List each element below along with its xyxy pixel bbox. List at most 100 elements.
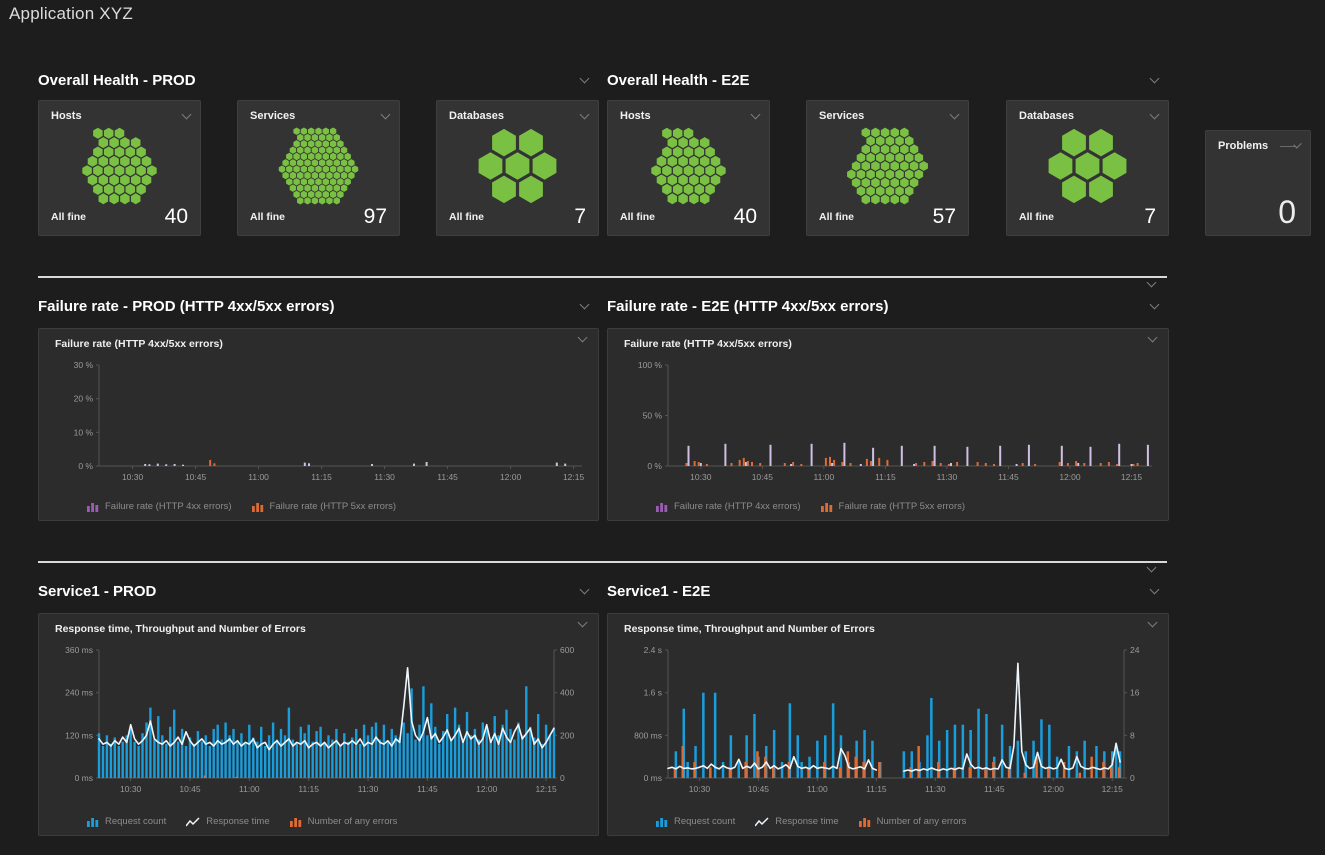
svg-text:10:45: 10:45 <box>185 472 207 482</box>
hex-cluster <box>246 127 391 205</box>
bar-series-icon <box>859 817 871 827</box>
svg-text:0: 0 <box>1130 773 1135 783</box>
svg-text:10:45: 10:45 <box>752 472 774 482</box>
tile-title: Services <box>819 110 864 122</box>
hex-cluster <box>815 127 960 205</box>
chevron-down-icon[interactable] <box>580 73 590 83</box>
svg-text:11:45: 11:45 <box>984 784 1005 794</box>
tile-status: All fine <box>620 211 655 223</box>
chevron-down-icon[interactable] <box>1150 109 1160 119</box>
bar-series-icon <box>656 502 668 512</box>
svg-text:0 %: 0 % <box>78 461 93 471</box>
svg-text:30 %: 30 % <box>74 360 94 370</box>
chevron-down-icon[interactable] <box>381 109 391 119</box>
chart-panel-service-prod[interactable]: Response time, Throughput and Number of … <box>38 613 599 836</box>
svg-text:10:30: 10:30 <box>690 472 712 482</box>
legend-item[interactable]: Request count <box>87 816 166 827</box>
chevron-down-icon[interactable] <box>580 299 590 309</box>
hex-cluster <box>1015 127 1160 205</box>
tile-status: All fine <box>51 211 86 223</box>
chart-legend: Failure rate (HTTP 4xx errors) Failure ra… <box>656 501 965 512</box>
chevron-down-icon[interactable] <box>1293 140 1302 149</box>
health-tile-hosts-e2e[interactable]: Hosts All fine 40 <box>607 100 770 236</box>
svg-text:24: 24 <box>1130 645 1140 655</box>
svg-text:800 ms: 800 ms <box>634 730 662 740</box>
chevron-down-icon[interactable] <box>1150 299 1160 309</box>
bar-series-icon <box>252 502 264 512</box>
tile-count: 40 <box>734 205 757 229</box>
chart-plot-area: 0 ms120 ms240 ms360 ms020040060010:3010:… <box>39 642 598 802</box>
legend-item[interactable]: Response time <box>186 816 269 827</box>
svg-text:11:30: 11:30 <box>358 784 379 794</box>
svg-text:11:15: 11:15 <box>298 784 319 794</box>
tile-title: Services <box>250 110 295 122</box>
chart-plot-area: 0 %50 %100 %10:3010:4511:0011:1511:3011:… <box>608 357 1168 490</box>
legend-item[interactable]: Response time <box>755 816 838 827</box>
legend-item[interactable]: Failure rate (HTTP 4xx errors) <box>87 501 232 512</box>
chart-panel-failure-prod[interactable]: Failure rate (HTTP 4xx/5xx errors) 0 %10… <box>38 328 599 521</box>
svg-text:10:45: 10:45 <box>748 784 770 794</box>
svg-text:20 %: 20 % <box>74 394 94 404</box>
tile-title: Hosts <box>51 110 82 122</box>
chart-svg: 0 ms800 ms1.6 s2.4 s08162410:3010:4511:0… <box>608 642 1168 802</box>
svg-text:10:30: 10:30 <box>689 784 711 794</box>
problems-count: 0 <box>1278 194 1296 231</box>
svg-text:1.6 s: 1.6 s <box>644 688 662 698</box>
chevron-down-icon[interactable] <box>1148 618 1158 628</box>
problems-tile[interactable]: Problems 0 <box>1205 130 1311 236</box>
health-tile-databases-e2e[interactable]: Databases All fine 7 <box>1006 100 1169 236</box>
svg-text:11:00: 11:00 <box>248 472 269 482</box>
chevron-down-icon[interactable] <box>1147 278 1157 288</box>
legend-item[interactable]: Request count <box>656 816 735 827</box>
tile-count: 97 <box>364 205 387 229</box>
svg-text:10 %: 10 % <box>74 427 94 437</box>
section-header-service-prod: Service1 - PROD <box>38 581 588 601</box>
chevron-down-icon[interactable] <box>1150 584 1160 594</box>
chart-legend: Request count Response time Number of any … <box>656 816 966 827</box>
legend-item[interactable]: Failure rate (HTTP 5xx errors) <box>252 501 397 512</box>
chart-plot-area: 0 %10 %20 %30 %10:3010:4511:0011:1511:30… <box>39 357 598 490</box>
chevron-down-icon[interactable] <box>578 618 588 628</box>
chart-title: Response time, Throughput and Number of … <box>624 623 875 635</box>
svg-text:8: 8 <box>1130 730 1135 740</box>
svg-text:0: 0 <box>560 773 565 783</box>
health-tile-hosts-prod[interactable]: Hosts All fine 40 <box>38 100 201 236</box>
tile-status: All fine <box>250 211 285 223</box>
legend-item[interactable]: Failure rate (HTTP 5xx errors) <box>821 501 966 512</box>
bar-series-icon <box>87 502 99 512</box>
health-tile-services-prod[interactable]: Services All fine 97 <box>237 100 400 236</box>
section-divider <box>38 561 1167 563</box>
health-tile-services-e2e[interactable]: Services All fine 57 <box>806 100 969 236</box>
chevron-down-icon[interactable] <box>182 109 192 119</box>
chevron-down-icon[interactable] <box>580 584 590 594</box>
legend-item[interactable]: Number of any errors <box>290 816 398 827</box>
legend-label: Failure rate (HTTP 4xx errors) <box>105 501 232 512</box>
svg-text:11:30: 11:30 <box>925 784 946 794</box>
chart-panel-failure-e2e[interactable]: Failure rate (HTTP 4xx/5xx errors) 0 %50… <box>607 328 1169 521</box>
chevron-down-icon[interactable] <box>950 109 960 119</box>
chevron-down-icon[interactable] <box>578 333 588 343</box>
svg-text:11:00: 11:00 <box>807 784 828 794</box>
chevron-down-icon[interactable] <box>751 109 761 119</box>
svg-text:12:00: 12:00 <box>500 472 522 482</box>
chevron-down-icon[interactable] <box>1148 333 1158 343</box>
chevron-down-icon[interactable] <box>1147 563 1157 573</box>
tile-title: Hosts <box>620 110 651 122</box>
hex-cluster <box>445 127 590 205</box>
bar-series-icon <box>656 817 668 827</box>
svg-text:12:15: 12:15 <box>1102 784 1124 794</box>
chevron-down-icon[interactable] <box>1150 73 1160 83</box>
chart-panel-service-e2e[interactable]: Response time, Throughput and Number of … <box>607 613 1169 836</box>
section-title: Service1 - PROD <box>38 583 156 600</box>
legend-item[interactable]: Failure rate (HTTP 4xx errors) <box>656 501 801 512</box>
chart-legend: Failure rate (HTTP 4xx errors) Failure ra… <box>87 501 396 512</box>
svg-text:2.4 s: 2.4 s <box>644 645 662 655</box>
chevron-down-icon[interactable] <box>580 109 590 119</box>
section-header-failure-prod: Failure rate - PROD (HTTP 4xx/5xx errors… <box>38 296 588 316</box>
svg-text:12:00: 12:00 <box>476 784 498 794</box>
legend-item[interactable]: Number of any errors <box>859 816 967 827</box>
tile-title: Problems <box>1218 140 1268 152</box>
chart-title: Response time, Throughput and Number of … <box>55 623 306 635</box>
section-title: Failure rate - E2E (HTTP 4xx/5xx errors) <box>607 298 889 315</box>
health-tile-databases-prod[interactable]: Databases All fine 7 <box>436 100 599 236</box>
